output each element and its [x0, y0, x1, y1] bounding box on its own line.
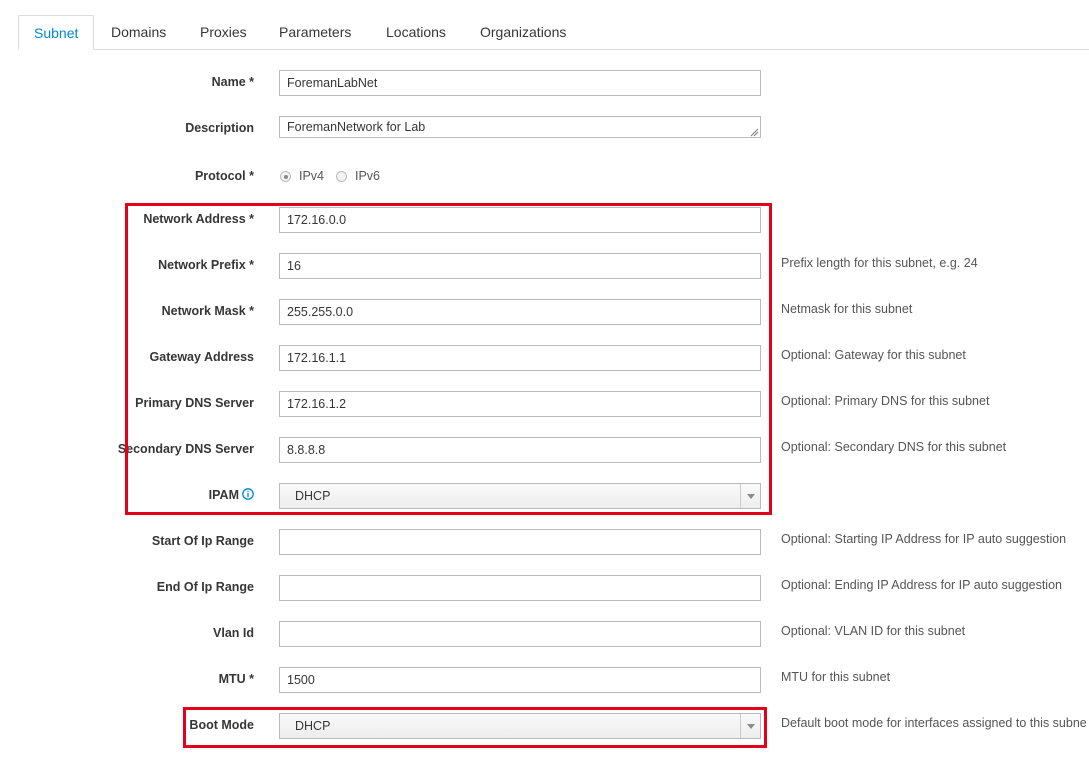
boot-mode-help: Default boot mode for interfaces assigne… [781, 716, 1087, 730]
network-prefix-help: Prefix length for this subnet, e.g. 24 [781, 256, 978, 270]
tab-subnet[interactable]: Subnet [18, 15, 95, 50]
primary-dns-help: Optional: Primary DNS for this subnet [781, 394, 990, 408]
end-ip-input[interactable] [279, 575, 761, 601]
mtu-label: MTU * [218, 672, 254, 686]
tab-locations[interactable]: Locations [371, 15, 461, 49]
name-label: Name * [211, 75, 254, 89]
resize-grip-icon[interactable] [750, 128, 759, 137]
tab-bar: Subnet Domains Proxies Parameters Locati… [18, 15, 1089, 50]
description-textarea[interactable]: ForemanNetwork for Lab [279, 116, 761, 138]
boot-mode-highlight [183, 707, 767, 748]
tab-domains[interactable]: Domains [96, 15, 181, 49]
vlan-label: Vlan Id [213, 626, 254, 640]
end-ip-label: End Of Ip Range [156, 580, 254, 594]
end-ip-help: Optional: Ending IP Address for IP auto … [781, 578, 1062, 592]
mtu-help: MTU for this subnet [781, 670, 891, 684]
protocol-ipv4-label: IPv4 [299, 169, 325, 183]
gateway-help: Optional: Gateway for this subnet [781, 348, 966, 362]
protocol-ipv4-radio[interactable] [280, 171, 291, 182]
vlan-help: Optional: VLAN ID for this subnet [781, 624, 966, 638]
protocol-label: Protocol * [194, 169, 254, 183]
network-mask-help: Netmask for this subnet [781, 302, 913, 316]
tab-parameters[interactable]: Parameters [264, 15, 366, 49]
tab-organizations[interactable]: Organizations [465, 15, 581, 49]
network-settings-highlight [125, 203, 772, 515]
start-ip-label: Start Of Ip Range [151, 534, 254, 548]
mtu-input[interactable] [279, 667, 761, 693]
start-ip-help: Optional: Starting IP Address for IP aut… [781, 532, 1067, 546]
tab-proxies[interactable]: Proxies [185, 15, 262, 49]
protocol-ipv6-radio[interactable] [336, 171, 347, 182]
secondary-dns-help: Optional: Secondary DNS for this subnet [781, 440, 1007, 454]
protocol-ipv6-label: IPv6 [355, 169, 381, 183]
vlan-input[interactable] [279, 621, 761, 647]
start-ip-input[interactable] [279, 529, 761, 555]
description-label: Description [185, 121, 254, 135]
name-input[interactable] [279, 70, 761, 96]
